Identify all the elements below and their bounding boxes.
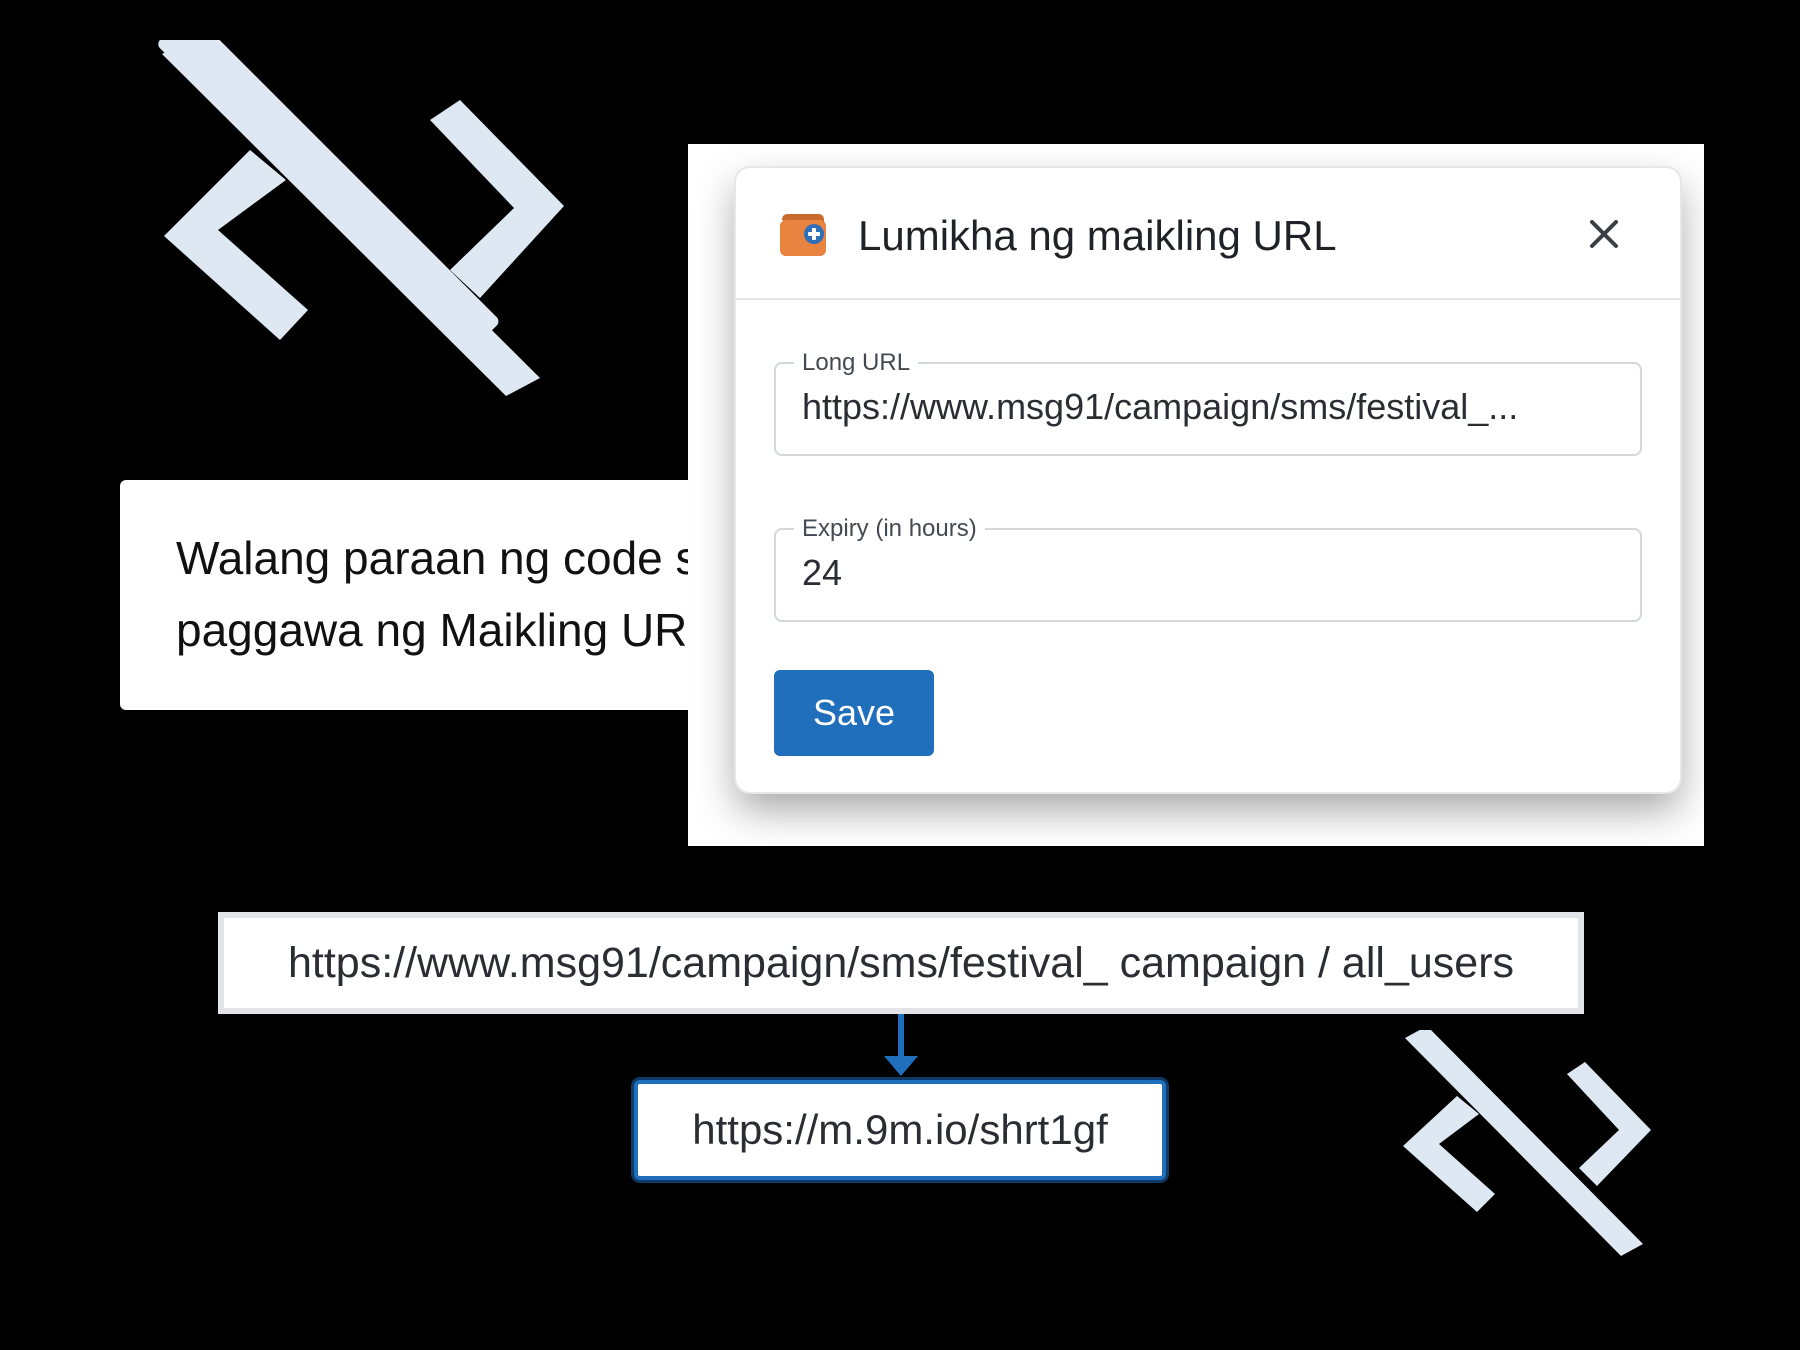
dialog-header: Lumikha ng maikling URL [736,168,1680,300]
long-url-field: Long URL [774,349,1642,456]
long-url-example: https://www.msg91/campaign/sms/festival_… [218,912,1584,1014]
expiry-field: Expiry (in hours) [774,515,1642,622]
close-icon[interactable] [1584,214,1624,254]
link-wallet-icon [780,214,826,256]
short-url-example: https://m.9m.io/shrt1gf [634,1080,1166,1180]
stage: Walang paraan ng code s paggawa ng Maikl… [0,0,1800,1350]
expiry-input[interactable] [802,552,1602,594]
create-short-url-dialog: Lumikha ng maikling URL Long URL Expiry … [736,168,1680,792]
long-url-label: Long URL [794,349,919,377]
long-url-input[interactable] [802,386,1602,428]
save-button[interactable]: Save [774,670,934,756]
tagline-line-2: paggawa ng Maikling UR [176,604,688,656]
tagline-card: Walang paraan ng code s paggawa ng Maikl… [120,480,760,710]
tagline-text: Walang paraan ng code s paggawa ng Maikl… [176,522,760,666]
code-bracket-decoration-icon [158,40,564,396]
code-bracket-decoration-icon-small [1403,1030,1651,1256]
expiry-label: Expiry (in hours) [794,515,985,543]
arrow-down-icon [884,1014,918,1076]
tagline-line-1: Walang paraan ng code s [176,532,699,584]
dialog-title: Lumikha ng maikling URL [858,212,1337,259]
